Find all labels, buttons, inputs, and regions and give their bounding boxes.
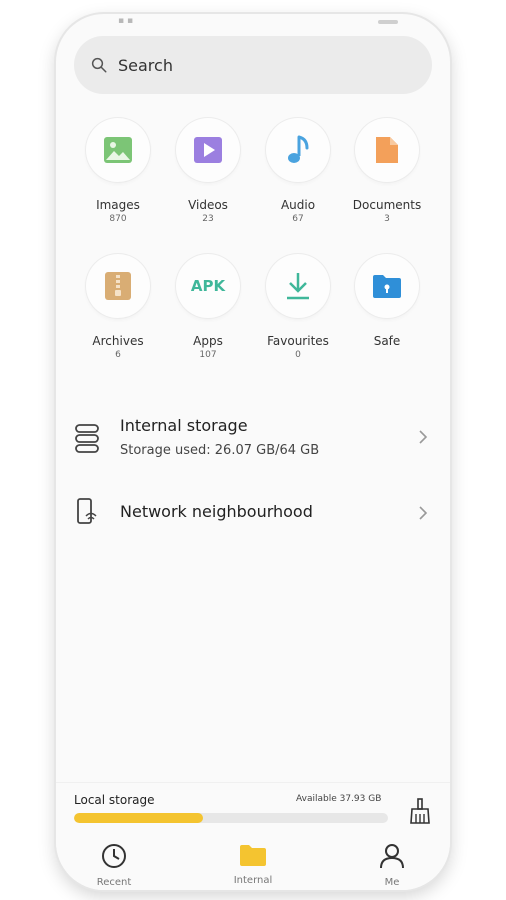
category-label: Safe: [373, 334, 401, 348]
clock-icon: [102, 844, 126, 868]
category-count: 107: [199, 350, 217, 360]
local-storage-progress-fill: [74, 813, 203, 823]
category-count: 0: [295, 350, 301, 360]
category-count: 6: [115, 350, 121, 360]
apk-icon: APK: [190, 277, 226, 295]
category-safe-circle: [355, 254, 419, 318]
category-archives-circle: [86, 254, 150, 318]
internal-storage-row[interactable]: Internal storage Storage used: 26.07 GB/…: [70, 410, 436, 464]
internal-storage-title: Internal storage: [120, 416, 248, 435]
category-label: Videos: [188, 198, 228, 212]
bottom-panel: Local storage Available 37.93 GB Recent: [56, 782, 450, 890]
category-documents[interactable]: Documents 3: [350, 118, 424, 224]
nav-label: Me: [384, 877, 400, 888]
nav-internal[interactable]: Internal: [213, 843, 293, 887]
nav-label: Recent: [96, 877, 132, 888]
broom-clean-icon[interactable]: [408, 797, 432, 825]
category-documents-circle: [355, 118, 419, 182]
download-icon: [287, 273, 309, 300]
person-icon: [380, 844, 404, 869]
category-videos[interactable]: Videos 23: [171, 118, 245, 224]
archive-icon: [105, 272, 131, 300]
storage-icon: [75, 424, 99, 453]
category-audio[interactable]: Audio 67: [261, 118, 335, 224]
signal-icon: ▪ ▪: [118, 16, 134, 26]
network-device-icon: [77, 498, 97, 524]
category-label: Audio: [280, 198, 316, 212]
bottom-navigation: Recent Internal Me: [56, 843, 450, 888]
search-icon: [91, 57, 107, 73]
category-label: Favourites: [267, 334, 329, 348]
music-note-icon: [288, 135, 309, 163]
safe-folder-icon: [373, 275, 401, 298]
category-apps[interactable]: APK Apps 107: [171, 254, 245, 360]
network-neighbourhood-row[interactable]: Network neighbourhood: [70, 498, 436, 528]
status-bar: ▪ ▪: [56, 14, 450, 34]
category-videos-circle: [176, 118, 240, 182]
play-icon: [194, 137, 222, 163]
category-label: Apps: [193, 334, 223, 348]
nav-recent[interactable]: Recent: [74, 843, 154, 889]
category-label: Images: [96, 198, 140, 212]
search-placeholder: Search: [118, 55, 173, 75]
category-favourites[interactable]: Favourites 0: [261, 254, 335, 360]
chevron-right-icon: [419, 506, 428, 520]
chevron-right-icon: [419, 430, 428, 444]
document-icon: [376, 137, 398, 163]
image-icon: [104, 137, 132, 163]
folder-icon: [240, 845, 266, 866]
category-images-circle: [86, 118, 150, 182]
nav-me[interactable]: Me: [352, 843, 432, 889]
local-storage-progress: [74, 813, 388, 823]
category-count: 23: [202, 214, 214, 224]
category-audio-circle: [266, 118, 330, 182]
network-neighbourhood-title: Network neighbourhood: [120, 502, 313, 521]
category-label: Archives: [92, 334, 144, 348]
category-apps-circle: APK: [176, 254, 240, 318]
category-count: 67: [292, 214, 304, 224]
category-images[interactable]: Images 870: [81, 118, 155, 224]
phone-frame: ▪ ▪ Search Images 870 Videos 23 Audio 67…: [56, 14, 450, 890]
nav-label: Internal: [233, 875, 273, 886]
battery-icon: [378, 20, 398, 24]
category-count: 3: [384, 214, 390, 224]
category-safe[interactable]: Safe: [350, 254, 424, 350]
category-archives[interactable]: Archives 6: [81, 254, 155, 360]
local-storage-available: Available 37.93 GB: [296, 794, 382, 804]
category-count: 870: [109, 214, 127, 224]
search-bar[interactable]: Search: [74, 36, 432, 94]
category-favourites-circle: [266, 254, 330, 318]
category-label: Documents: [352, 198, 422, 212]
internal-storage-usage: Storage used: 26.07 GB/64 GB: [120, 443, 320, 458]
local-storage-label: Local storage: [74, 793, 155, 807]
